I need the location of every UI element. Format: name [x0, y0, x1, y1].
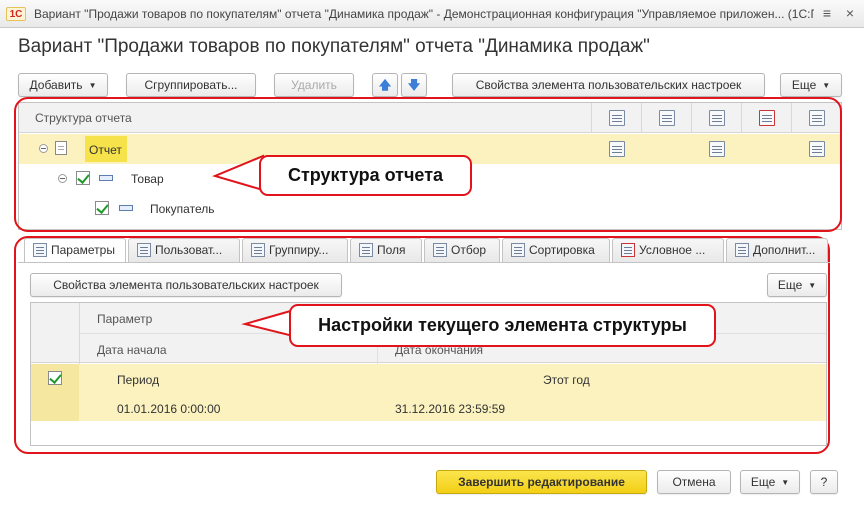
tab-label: Отбор — [451, 243, 487, 257]
close-icon[interactable]: × — [843, 6, 857, 20]
callout-settings: Настройки текущего элемента структуры — [289, 304, 716, 347]
tab-parameters[interactable]: Параметры — [24, 238, 126, 263]
more-button[interactable]: Еще ▼ — [780, 73, 842, 97]
menu-icon[interactable]: ≡ — [820, 6, 834, 20]
chevron-down-icon: ▼ — [781, 478, 790, 487]
chevron-down-icon: ▼ — [88, 81, 97, 90]
tab-label: Пользоват... — [155, 243, 223, 257]
more-button[interactable]: Еще ▼ — [740, 470, 800, 494]
more-button-label: Еще — [777, 278, 803, 292]
tab-additional[interactable]: Дополнит... — [726, 238, 828, 262]
app-logo-icon: 1С — [6, 7, 26, 21]
window-title-bar: 1С Вариант "Продажи товаров по покупател… — [0, 0, 864, 28]
tab-label: Поля — [377, 243, 406, 257]
tab-filter[interactable]: Отбор — [424, 238, 500, 262]
page-title: Вариант "Продажи товаров по покупателям"… — [18, 36, 650, 57]
tab-sorting[interactable]: Сортировка — [502, 238, 610, 262]
column-header-start-date: Дата начала — [97, 343, 167, 357]
start-date-value[interactable]: 01.01.2016 0:00:00 — [117, 402, 220, 416]
element-properties-button[interactable]: Свойства элемента пользовательских настр… — [452, 73, 765, 97]
window-title: Вариант "Продажи товаров по покупателям"… — [34, 7, 814, 21]
more-button[interactable]: Еще ▼ — [767, 273, 827, 297]
conditional-format-icon — [621, 243, 635, 257]
tab-groupings[interactable]: Группиру... — [242, 238, 348, 262]
checkbox-period[interactable] — [48, 371, 62, 385]
add-button[interactable]: Добавить ▼ — [18, 73, 108, 97]
end-date-value[interactable]: 31.12.2016 23:59:59 — [395, 402, 505, 416]
element-properties-button[interactable]: Свойства элемента пользовательских настр… — [30, 273, 342, 297]
move-down-button[interactable]: 🡇 — [401, 73, 427, 97]
settings-gear-icon — [735, 243, 749, 257]
parameter-value[interactable]: Этот год — [543, 373, 590, 387]
more-button-label: Еще — [791, 78, 817, 92]
column-header-parameter: Параметр — [97, 312, 153, 326]
groupings-icon — [251, 243, 265, 257]
move-up-button[interactable]: 🡅 — [372, 73, 398, 97]
chevron-down-icon: ▼ — [822, 81, 831, 90]
add-button-label: Добавить — [29, 78, 83, 92]
parameters-icon — [33, 243, 47, 257]
filter-icon — [433, 243, 447, 257]
finish-editing-button[interactable]: Завершить редактирование — [436, 470, 647, 494]
help-button[interactable]: ? — [810, 470, 838, 494]
user-fields-icon — [137, 243, 151, 257]
tab-label: Условное ... — [639, 243, 706, 257]
chevron-down-icon: ▼ — [808, 281, 817, 290]
tab-user-fields[interactable]: Пользоват... — [128, 238, 240, 262]
tab-label: Группиру... — [269, 243, 329, 257]
fields-icon — [359, 243, 373, 257]
tab-conditional-format[interactable]: Условное ... — [612, 238, 724, 262]
tab-label: Дополнит... — [753, 243, 816, 257]
tab-fields[interactable]: Поля — [350, 238, 422, 262]
group-button[interactable]: Сгруппировать... — [126, 73, 256, 97]
tab-label: Параметры — [51, 243, 115, 257]
callout-structure: Структура отчета — [259, 155, 472, 196]
parameter-name: Период — [117, 373, 160, 387]
tab-label: Сортировка — [529, 243, 595, 257]
more-button-label: Еще — [750, 475, 776, 489]
delete-button[interactable]: Удалить — [274, 73, 354, 97]
sort-icon — [511, 243, 525, 257]
cancel-button[interactable]: Отмена — [657, 470, 731, 494]
